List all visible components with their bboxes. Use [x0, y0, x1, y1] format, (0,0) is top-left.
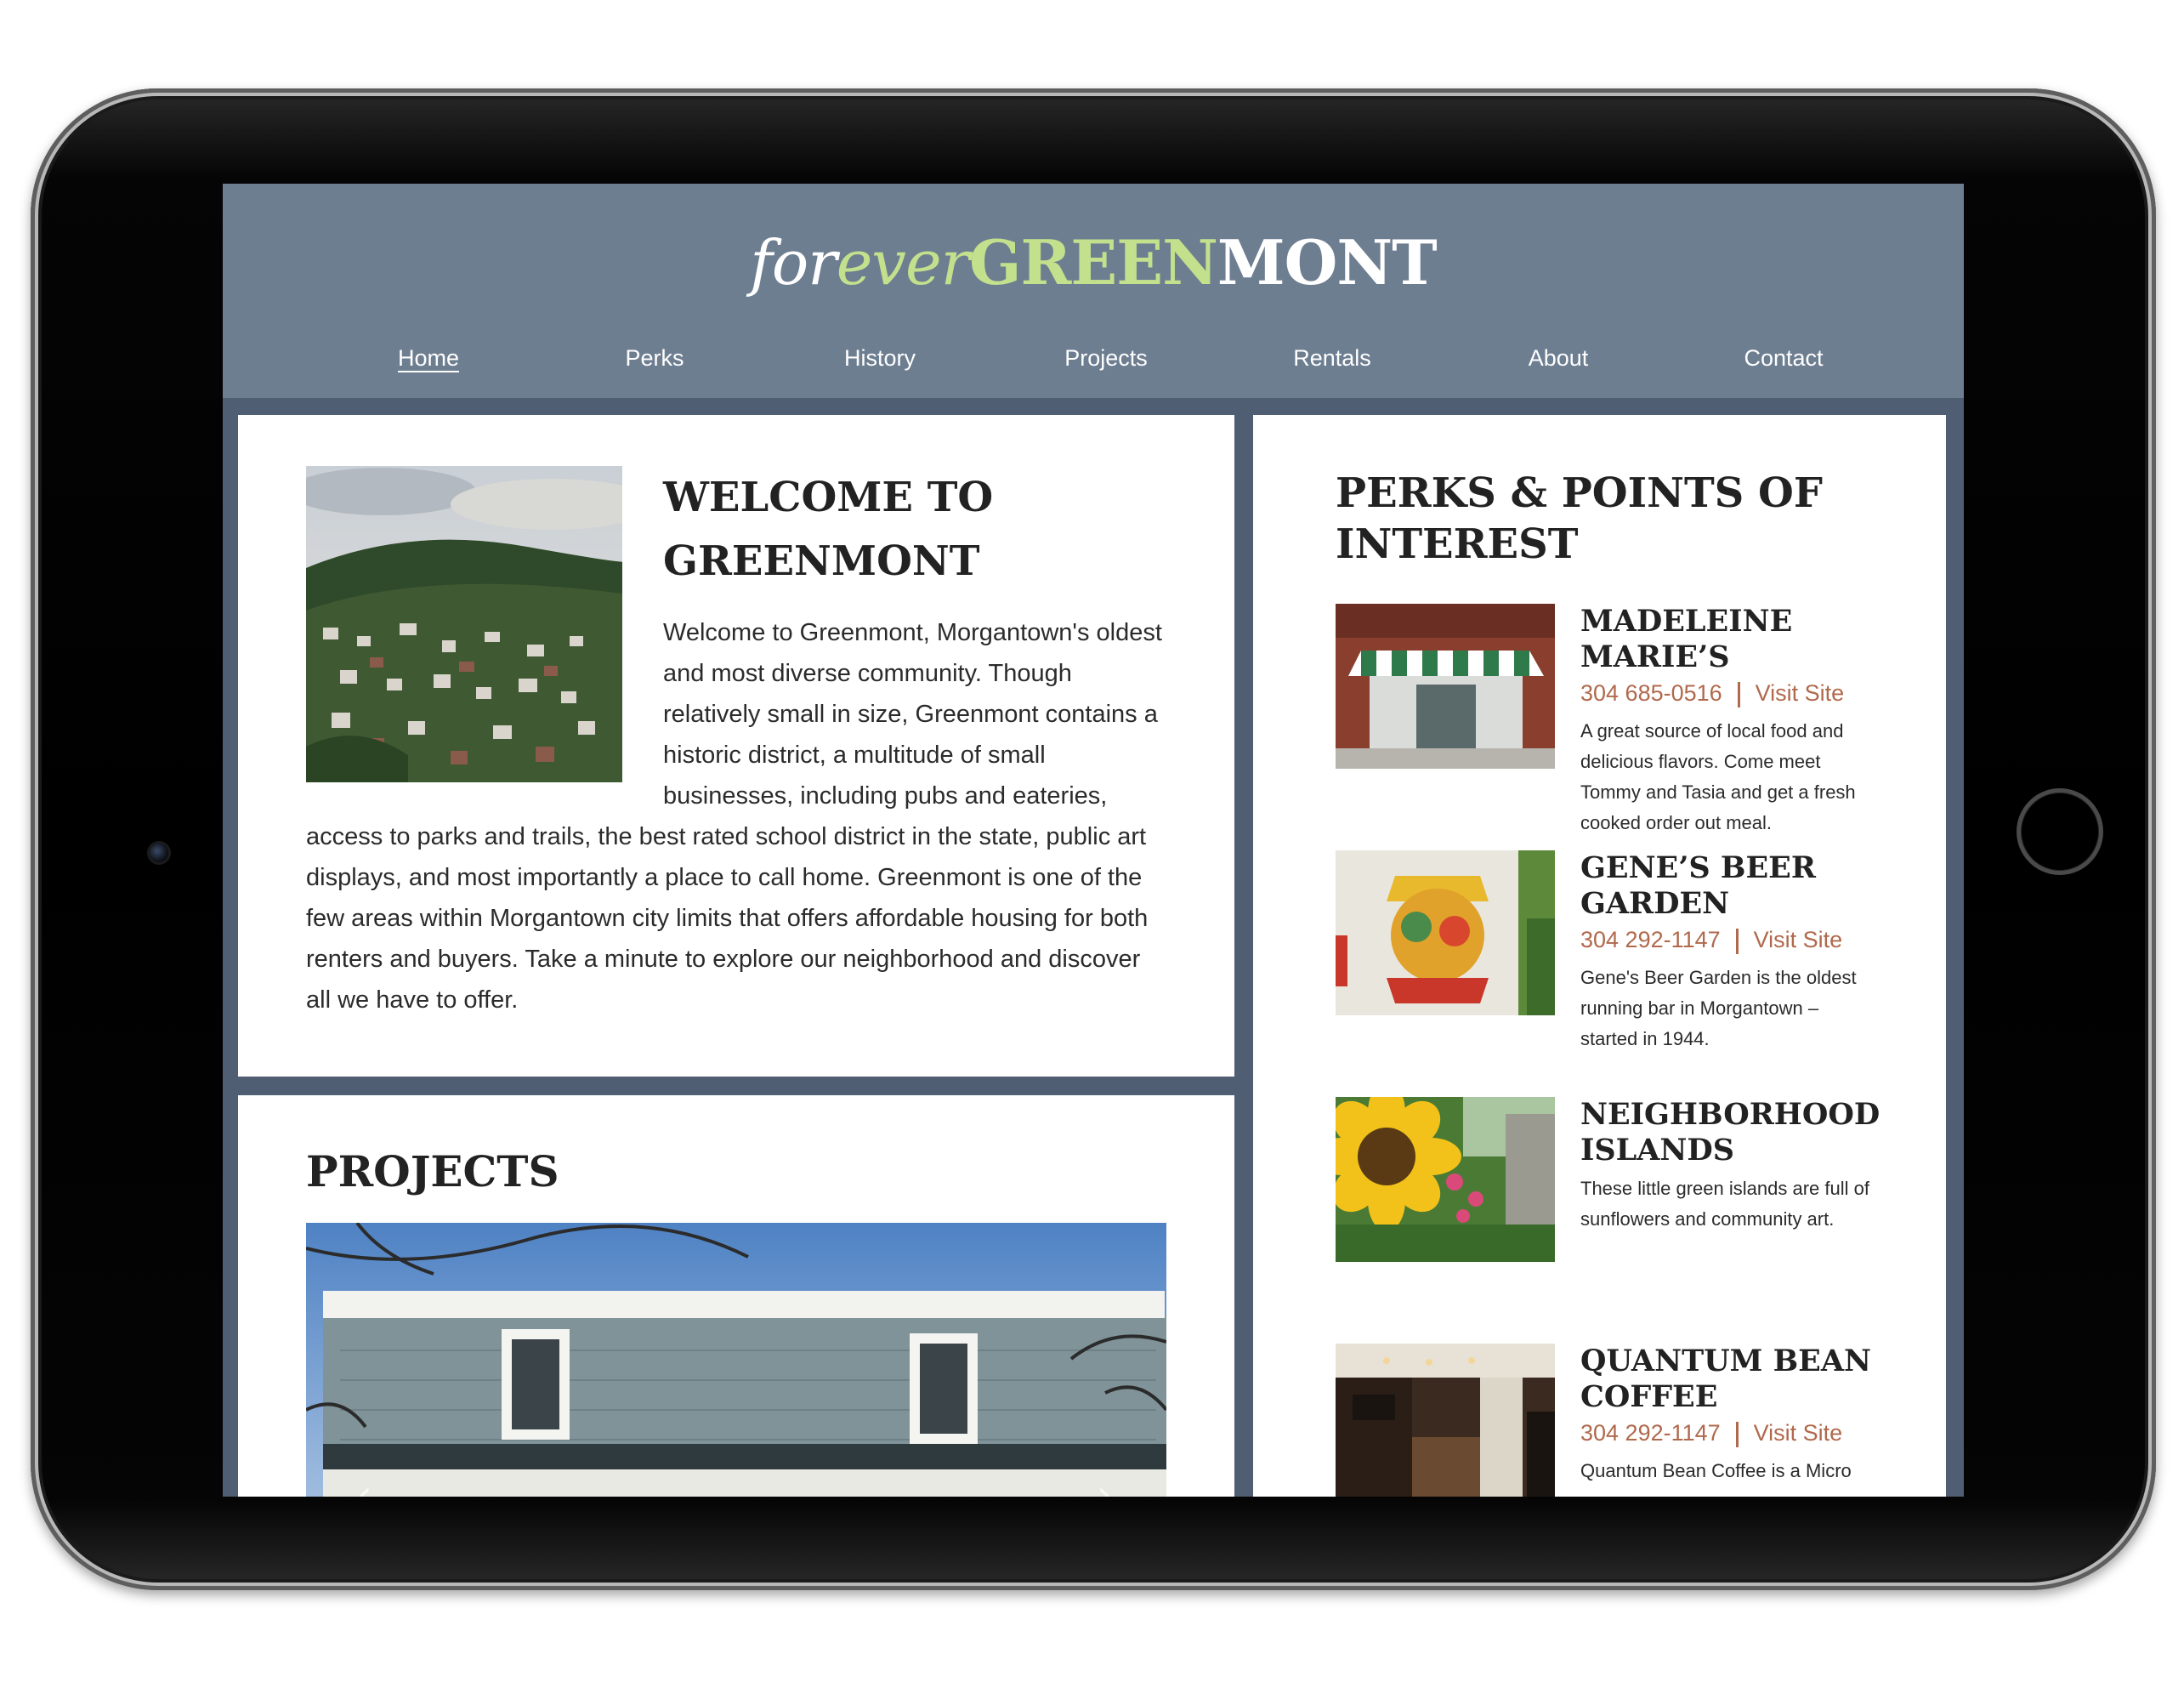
perk-name: NEIGHBORHOOD ISLANDS [1580, 1097, 1881, 1168]
perks-title: PERKS & POINTS OF INTEREST [1336, 469, 1823, 568]
perk-name: QUANTUM BEAN COFFEE [1580, 1344, 1871, 1414]
home-button[interactable] [2017, 788, 2103, 875]
nav-perks[interactable]: Perks [625, 345, 684, 372]
perk-phone[interactable]: 304 292-1147 [1580, 927, 1721, 952]
coffee-shop-photo[interactable] [1336, 1344, 1555, 1497]
perk-item: QUANTUM BEAN COFFEE 304 292-1147 Visit Si… [1336, 1344, 1880, 1497]
logo-part-for: for [750, 227, 837, 298]
camera-icon [150, 844, 168, 862]
visit-site-link[interactable]: Visit Site [1756, 680, 1845, 706]
perk-description: These little green islands are full of s… [1580, 1178, 1869, 1230]
perks-card: PERKS & POINTS OF INTEREST MADELEINE MAR… [1253, 415, 1946, 1497]
visit-site-link[interactable]: Visit Site [1754, 927, 1843, 952]
perk-name: GENE’S BEER GARDEN [1580, 850, 1816, 921]
perk-description: Gene's Beer Garden is the oldest running… [1580, 966, 1857, 1049]
projects-title: PROJECTS [306, 1146, 559, 1196]
screen: foreverGREENMONT Home Perks History Proj… [223, 184, 1964, 1497]
nav-home[interactable]: Home [398, 345, 459, 372]
perk-description: Quantum Bean Coffee is a Micro [1580, 1459, 1852, 1481]
hillside-town-photo [306, 466, 622, 782]
main-nav: Home Perks History Projects Rentals Abou… [223, 345, 1964, 379]
logo-part-mont: MONT [1217, 226, 1438, 298]
welcome-card: WELCOME TO GREENMONT Welcome to Greenmon… [238, 415, 1234, 1077]
perk-item: NEIGHBORHOOD ISLANDS These little green … [1336, 1097, 1880, 1276]
sunflower-photo[interactable] [1336, 1097, 1555, 1262]
visit-site-link[interactable]: Visit Site [1754, 1420, 1843, 1446]
divider [1735, 1421, 1739, 1447]
carousel-next-icon[interactable]: › [1097, 1473, 1112, 1497]
house-photo [306, 1223, 1166, 1497]
perk-item: GENE’S BEER GARDEN 304 292-1147 Visit Sit… [1336, 850, 1880, 1049]
storefront-photo[interactable] [1336, 604, 1555, 769]
perk-phone[interactable]: 304 292-1147 [1580, 1420, 1721, 1446]
perk-description: A great source of local food and delicio… [1580, 719, 1856, 833]
perk-item: MADELEINE MARIE’S 304 685-0516 Visit Site… [1336, 604, 1880, 833]
projects-card: PROJECTS ‹ › [238, 1095, 1234, 1497]
carousel-prev-icon[interactable]: ‹ [357, 1473, 372, 1497]
perk-phone[interactable]: 304 685-0516 [1580, 680, 1722, 706]
mural-photo[interactable] [1336, 850, 1555, 1015]
nav-history[interactable]: History [844, 345, 916, 372]
nav-about[interactable]: About [1529, 345, 1589, 372]
nav-contact[interactable]: Contact [1744, 345, 1823, 372]
nav-projects[interactable]: Projects [1064, 345, 1148, 372]
site-logo[interactable]: foreverGREENMONT [223, 226, 1964, 298]
perk-name: MADELEINE MARIE’S [1580, 604, 1793, 674]
logo-part-green: GREEN [969, 226, 1218, 298]
site-header: foreverGREENMONT Home Perks History Proj… [223, 184, 1964, 398]
divider [1735, 928, 1739, 954]
divider [1737, 681, 1740, 707]
nav-rentals[interactable]: Rentals [1293, 345, 1371, 372]
logo-part-ever: ever [836, 227, 970, 298]
